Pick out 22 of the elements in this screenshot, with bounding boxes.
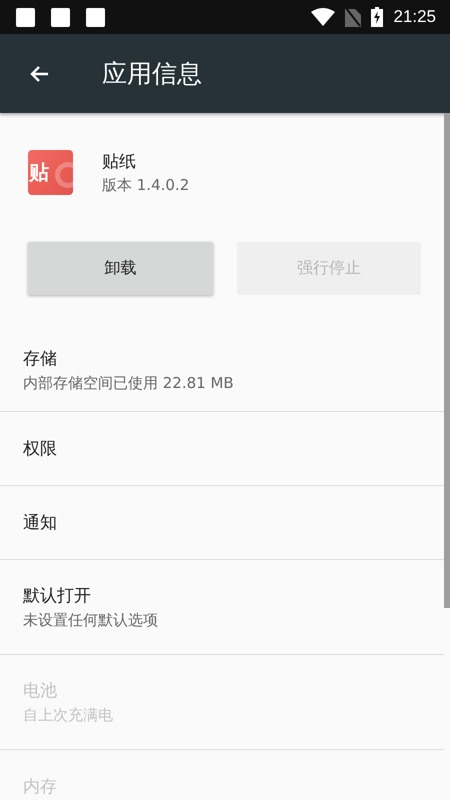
setting-summary: 未设置任何默认选项 xyxy=(23,611,159,630)
setting-title: 存储 xyxy=(23,348,58,370)
setting-title: 通知 xyxy=(23,512,58,534)
setting-title: 内存 xyxy=(23,776,58,798)
setting-title: 默认打开 xyxy=(23,585,92,607)
no-sim-icon xyxy=(345,7,362,27)
app-icon: 贴 xyxy=(28,150,73,194)
wifi-icon xyxy=(311,8,336,26)
clock: 21:25 xyxy=(393,7,436,27)
notification-icon xyxy=(16,8,35,26)
setting-title: 权限 xyxy=(23,438,58,460)
app-name: 贴纸 xyxy=(102,150,137,172)
toolbar-title: 应用信息 xyxy=(102,58,202,90)
notification-icon xyxy=(86,8,105,26)
action-button[interactable]: 卸载 xyxy=(28,242,212,295)
setting-summary: 自上次充满电 xyxy=(23,706,114,725)
setting-title: 电池 xyxy=(23,680,58,702)
setting-summary: 内部存储空间已使用 22.81 MB xyxy=(23,374,235,393)
app-version: 版本 1.4.0.2 xyxy=(102,176,190,194)
battery-charging-icon xyxy=(371,7,384,27)
notification-icon xyxy=(51,8,70,26)
settings-item[interactable]: 默认打开 未设置任何默认选项 xyxy=(0,560,444,655)
